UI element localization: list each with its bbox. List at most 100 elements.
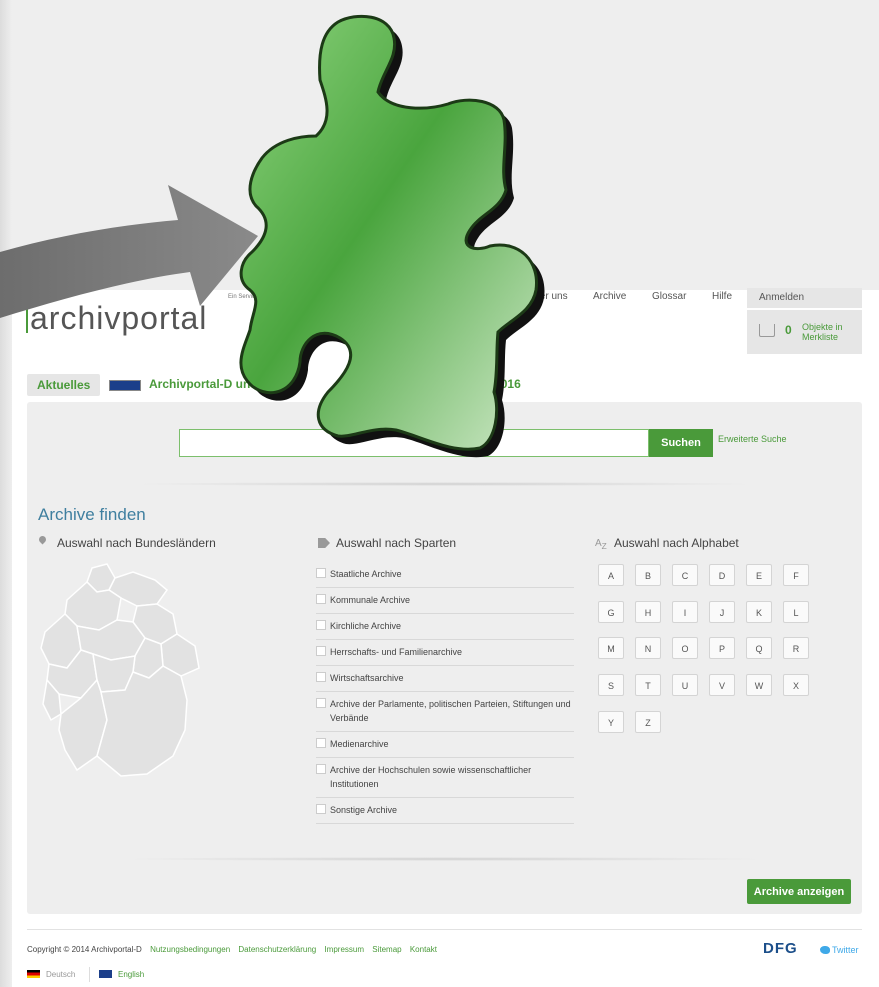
letter-button[interactable]: R — [783, 637, 809, 659]
list-item-label: Archive der Hochschulen sowie wissenscha… — [330, 765, 532, 789]
twitter-link[interactable]: Twitter — [820, 945, 859, 955]
nav-glossary[interactable]: Glossar — [652, 291, 686, 302]
location-pin-icon — [37, 534, 48, 545]
letter-button[interactable]: J — [709, 601, 735, 623]
list-item-label: Staatliche Archive — [330, 569, 402, 579]
letter-button[interactable]: O — [672, 637, 698, 659]
list-item-label: Kirchliche Archive — [330, 621, 402, 631]
letter-button[interactable]: C — [672, 564, 698, 586]
list-item[interactable]: Herrschafts- und Familienarchive — [316, 640, 574, 666]
footer-link-terms[interactable]: Nutzungsbedingungen — [150, 945, 230, 954]
letter-button[interactable]: N — [635, 637, 661, 659]
copyright: Copyright © 2014 Archivportal-D — [27, 945, 142, 954]
checkbox[interactable] — [316, 804, 326, 814]
nav-help[interactable]: Hilfe — [712, 291, 732, 302]
news-text-end: ds 2016 — [476, 377, 521, 391]
list-item[interactable]: Archive der Parlamente, politischen Part… — [316, 692, 574, 732]
letter-button[interactable]: P — [709, 637, 735, 659]
by-state-heading: Auswahl nach Bundesländern — [57, 536, 216, 550]
letter-button[interactable]: Q — [746, 637, 772, 659]
language-en-label: English — [118, 970, 145, 979]
letter-button[interactable]: A — [598, 564, 624, 586]
checkbox[interactable] — [316, 698, 326, 708]
dfg-logo[interactable]: DFG — [763, 940, 798, 957]
sparten-list: Staatliche Archive Kommunale Archive Kir… — [316, 562, 574, 824]
search-input[interactable] — [179, 429, 649, 457]
news-ticker: Aktuelles Archivportal-D unte es Herita ds… — [27, 374, 867, 396]
checkbox[interactable] — [316, 672, 326, 682]
letter-button[interactable]: X — [783, 674, 809, 696]
divider — [127, 482, 762, 486]
list-item-label: Medienarchive — [330, 739, 389, 749]
german-flag-icon — [27, 970, 40, 978]
letter-button[interactable]: K — [746, 601, 772, 623]
news-text-start: Archivportal-D unte — [149, 377, 262, 391]
letter-button[interactable]: I — [672, 601, 698, 623]
letter-button[interactable]: D — [709, 564, 735, 586]
language-separator — [89, 967, 90, 982]
list-item-label: Archive der Parlamente, politischen Part… — [330, 699, 571, 723]
news-tag[interactable]: Aktuelles — [27, 374, 101, 396]
checkbox[interactable] — [316, 646, 326, 656]
list-item[interactable]: Archive der Hochschulen sowie wissenscha… — [316, 758, 574, 798]
list-item[interactable]: Wirtschaftsarchive — [316, 666, 574, 692]
list-item-label: Kommunale Archive — [330, 595, 411, 605]
memo-count: 0 — [785, 323, 792, 337]
list-item[interactable]: Staatliche Archive — [316, 562, 574, 588]
footer-link-sitemap[interactable]: Sitemap — [372, 945, 401, 954]
eu-flag-icon — [109, 380, 141, 391]
list-item[interactable]: Kommunale Archive — [316, 588, 574, 614]
language-en[interactable]: English — [99, 970, 144, 979]
letter-button[interactable]: S — [598, 674, 624, 696]
letter-button[interactable]: H — [635, 601, 661, 623]
letter-button[interactable]: E — [746, 564, 772, 586]
letter-button[interactable]: L — [783, 601, 809, 623]
footer-link-privacy[interactable]: Datenschutzerklärung — [238, 945, 316, 954]
language-de-label: Deutsch — [46, 970, 76, 979]
footer-link-contact[interactable]: Kontakt — [410, 945, 437, 954]
logo-bar — [26, 303, 28, 333]
list-item[interactable]: Kirchliche Archive — [316, 614, 574, 640]
list-item-label: Wirtschaftsarchive — [330, 673, 404, 683]
letter-button[interactable]: M — [598, 637, 624, 659]
checkbox[interactable] — [316, 568, 326, 578]
news-text[interactable]: Archivportal-D unte es Herita ds 2016 — [149, 377, 521, 391]
memo-list-button[interactable]: 0 Objekte in Merkliste — [747, 310, 862, 354]
list-item[interactable]: Medienarchive — [316, 732, 574, 758]
letter-button[interactable]: F — [783, 564, 809, 586]
checkbox[interactable] — [316, 738, 326, 748]
news-text-mid: es Herita — [356, 377, 407, 391]
by-alpha-heading: Auswahl nach Alphabet — [614, 536, 739, 550]
letter-button[interactable]: G — [598, 601, 624, 623]
checkbox[interactable] — [316, 764, 326, 774]
letter-button[interactable]: Y — [598, 711, 624, 733]
letter-button[interactable]: W — [746, 674, 772, 696]
letter-button[interactable]: T — [635, 674, 661, 696]
uk-flag-icon — [99, 970, 112, 978]
checkbox[interactable] — [316, 594, 326, 604]
nav-about[interactable]: Über uns — [527, 291, 568, 302]
letter-button[interactable]: U — [672, 674, 698, 696]
footer-divider — [27, 929, 862, 930]
letter-button[interactable]: Z — [635, 711, 661, 733]
login-button[interactable]: Anmelden — [747, 288, 862, 308]
logo-text: archivportal — [30, 300, 208, 336]
footer-link-imprint[interactable]: Impressum — [324, 945, 364, 954]
main-panel: Suchen Erweiterte Suche Archive finden A… — [27, 402, 862, 914]
alphabet-sort-icon: AZ — [595, 538, 607, 551]
tag-icon — [318, 538, 330, 548]
nav-archive[interactable]: Archive — [593, 291, 626, 302]
list-item[interactable]: Sonstige Archive — [316, 798, 574, 824]
background-top-band — [0, 0, 879, 290]
show-archives-button[interactable]: Archive anzeigen — [747, 879, 851, 904]
checkbox[interactable] — [316, 620, 326, 630]
language-de[interactable]: Deutsch — [27, 970, 75, 979]
advanced-search-link[interactable]: Erweiterte Suche — [718, 434, 787, 444]
germany-map[interactable] — [37, 560, 207, 800]
footer: Copyright © 2014 Archivportal-D Nutzungs… — [27, 945, 437, 954]
letter-button[interactable]: B — [635, 564, 661, 586]
search-button[interactable]: Suchen — [649, 429, 713, 457]
site-logo[interactable]: archivportal — [26, 300, 207, 337]
letter-button[interactable]: V — [709, 674, 735, 696]
section-title: Archive finden — [38, 505, 146, 524]
